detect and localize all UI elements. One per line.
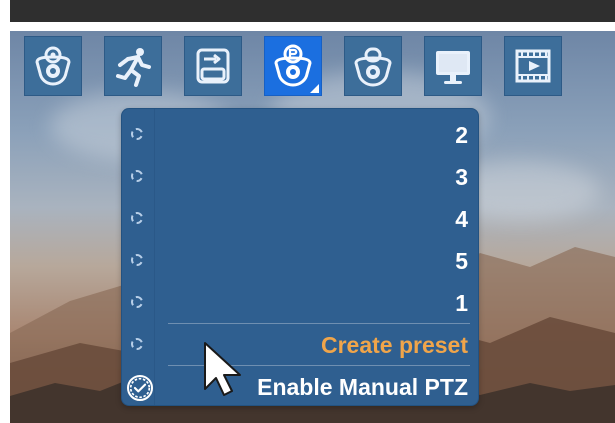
camera-viewer: 2 3 4 5 1 Create preset Enable Manual PT… — [0, 0, 615, 423]
preset-label: 5 — [455, 248, 468, 274]
spacer — [10, 22, 615, 31]
preset-item[interactable]: 2 — [122, 115, 480, 157]
dropdown-indicator-icon — [310, 84, 319, 93]
monitor-button[interactable] — [424, 36, 482, 96]
preset-item[interactable]: 3 — [122, 157, 480, 199]
ptz-preset-menu: 2 3 4 5 1 Create preset Enable Manual PT… — [121, 108, 479, 406]
camera-button[interactable] — [344, 36, 402, 96]
monitor-icon — [436, 51, 470, 84]
motion-detection-icon — [116, 48, 151, 87]
mouse-cursor-icon — [204, 342, 241, 396]
ptz-presets-button[interactable] — [264, 36, 322, 96]
motion-detection-button[interactable] — [104, 36, 162, 96]
radio-unchecked-icon — [131, 338, 143, 350]
preset-item[interactable]: 5 — [122, 241, 480, 283]
ptz-presets-icon — [274, 44, 312, 87]
create-preset-label: Create preset — [320, 332, 468, 358]
radio-unchecked-icon — [131, 212, 143, 224]
create-preset-item[interactable]: Create preset — [122, 325, 480, 367]
checkmark-icon — [127, 375, 153, 401]
export-icon — [196, 48, 230, 84]
preset-label: 2 — [455, 122, 468, 148]
camera-settings-button[interactable] — [24, 36, 82, 96]
preset-item[interactable]: 1 — [122, 283, 480, 325]
radio-unchecked-icon — [131, 254, 143, 266]
export-button[interactable] — [184, 36, 242, 96]
toolbar — [24, 34, 584, 98]
radio-unchecked-icon — [131, 170, 143, 182]
preset-label: 4 — [455, 206, 468, 232]
radio-unchecked-icon — [131, 128, 143, 140]
video-playback-button[interactable] — [504, 36, 562, 96]
video-playback-icon — [515, 49, 551, 83]
enable-manual-ptz-item[interactable]: Enable Manual PTZ — [122, 367, 480, 409]
preset-label: 1 — [455, 290, 468, 316]
preset-label: 3 — [455, 164, 468, 190]
enable-manual-ptz-label: Enable Manual PTZ — [257, 374, 468, 400]
menu-divider — [168, 323, 470, 324]
camera-icon — [354, 47, 392, 87]
preset-item[interactable]: 4 — [122, 199, 480, 241]
camera-video-feed[interactable]: 2 3 4 5 1 Create preset Enable Manual PT… — [10, 31, 615, 423]
title-bar — [10, 0, 615, 22]
camera-settings-icon — [35, 46, 71, 86]
radio-unchecked-icon — [131, 296, 143, 308]
